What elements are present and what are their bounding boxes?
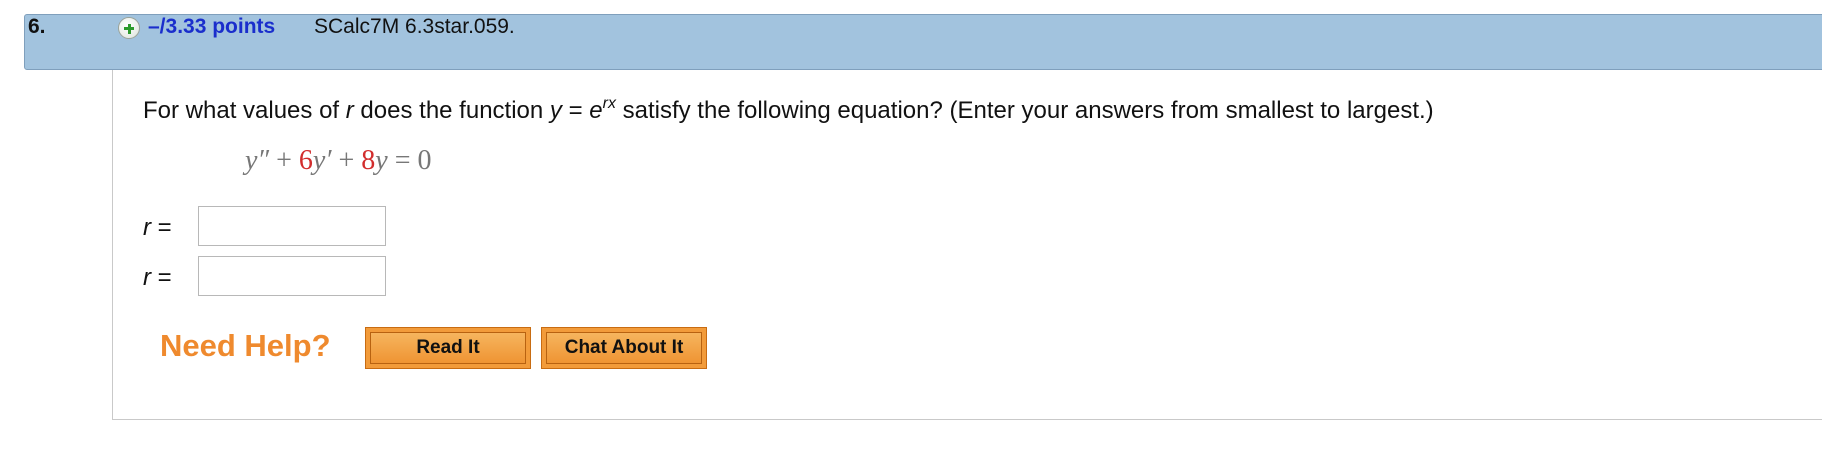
answer-input-2[interactable] (198, 256, 386, 296)
need-help-label: Need Help? (160, 328, 331, 363)
read-it-button[interactable]: Read It (365, 327, 531, 369)
answer-input-1[interactable] (198, 206, 386, 246)
question-header (24, 14, 1822, 70)
exponent: rx (602, 95, 616, 112)
differential-equation: y″ + 6y′ + 8y = 0 (245, 145, 432, 176)
variable-r: r (345, 97, 354, 124)
question-number: 6. (28, 15, 46, 38)
variable-y: y (549, 97, 562, 124)
coefficient-6: 6 (298, 145, 313, 176)
question-points: –/3.33 points (148, 15, 276, 38)
answer-label-2: r = (143, 264, 172, 291)
exponential-base: e (589, 97, 603, 124)
coefficient-8: 8 (361, 145, 376, 176)
answer-label-1: r = (143, 214, 172, 241)
question-source: SCalc7M 6.3star.059. (314, 15, 515, 38)
chat-about-it-button[interactable]: Chat About It (541, 327, 707, 369)
question-text: For what values of r does the function y… (143, 95, 1434, 125)
expand-plus-icon[interactable] (118, 17, 140, 39)
